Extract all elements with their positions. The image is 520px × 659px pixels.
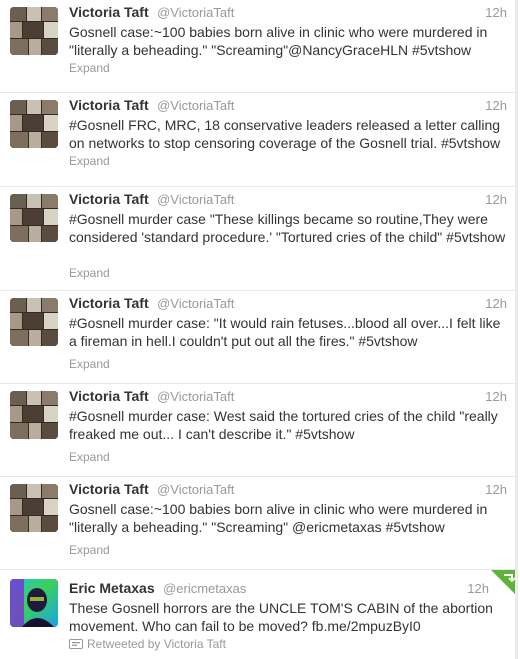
tweet[interactable]: Victoria Taft @VictoriaTaft 12h Gosnell …	[0, 477, 517, 570]
avatar-photo-collage-icon	[10, 7, 58, 55]
author-fullname[interactable]: Victoria Taft	[69, 191, 149, 207]
avatar-photo-collage-icon	[10, 194, 58, 242]
avatar[interactable]	[10, 484, 58, 532]
author-username[interactable]: @VictoriaTaft	[157, 5, 234, 20]
author-username[interactable]: @VictoriaTaft	[157, 482, 234, 497]
retweeted-tweet[interactable]: Eric Metaxas @ericmetaxas 12h These Gosn…	[0, 570, 517, 659]
timeline: Victoria Taft @VictoriaTaft 12h Gosnell …	[0, 0, 518, 659]
tweet-header: Victoria Taft @VictoriaTaft 12h	[69, 295, 507, 313]
tweet-timestamp[interactable]: 12h	[485, 389, 507, 404]
tweet-timestamp[interactable]: 12h	[485, 482, 507, 497]
expand-link[interactable]: Expand	[69, 154, 110, 168]
tweet[interactable]: Victoria Taft @VictoriaTaft 12h #Gosnell…	[0, 291, 517, 384]
tweet[interactable]: Victoria Taft @VictoriaTaft 12h #Gosnell…	[0, 93, 517, 187]
retweeted-by-label: Retweeted by Victoria Taft	[87, 637, 226, 651]
avatar-photo-collage-icon	[10, 298, 58, 346]
expand-link[interactable]: Expand	[69, 61, 110, 75]
scrollbar[interactable]	[515, 0, 517, 659]
expand-link[interactable]: Expand	[69, 266, 110, 280]
author-fullname[interactable]: Victoria Taft	[69, 97, 149, 113]
tweet-header: Eric Metaxas @ericmetaxas 12h	[69, 580, 507, 598]
expand-link[interactable]: Expand	[69, 357, 110, 371]
author-username[interactable]: @ericmetaxas	[163, 581, 246, 596]
tweet[interactable]: Victoria Taft @VictoriaTaft 12h #Gosnell…	[0, 384, 517, 477]
tweet-timestamp[interactable]: 12h	[485, 192, 507, 207]
tweet-timestamp[interactable]: 12h	[467, 581, 489, 596]
avatar-photo-collage-icon	[10, 484, 58, 532]
tweet-timestamp[interactable]: 12h	[485, 98, 507, 113]
author-fullname[interactable]: Victoria Taft	[69, 4, 149, 20]
tweet-text: #Gosnell FRC, MRC, 18 conservative leade…	[69, 117, 501, 151]
avatar[interactable]	[10, 579, 58, 627]
avatar[interactable]	[10, 100, 58, 148]
avatar[interactable]	[10, 194, 58, 242]
author-username[interactable]: @VictoriaTaft	[157, 389, 234, 404]
author-username[interactable]: @VictoriaTaft	[157, 296, 234, 311]
tweet-header: Victoria Taft @VictoriaTaft 12h	[69, 4, 507, 22]
retweet-icon	[69, 639, 83, 649]
tweet-timestamp[interactable]: 12h	[485, 5, 507, 20]
avatar[interactable]	[10, 298, 58, 346]
author-fullname[interactable]: Eric Metaxas	[69, 580, 155, 596]
avatar-photo-icon	[10, 579, 58, 627]
tweet-text: #Gosnell murder case: "It would rain fet…	[69, 315, 501, 349]
author-username[interactable]: @VictoriaTaft	[157, 98, 234, 113]
expand-link[interactable]: Expand	[69, 450, 110, 464]
tweet-timestamp[interactable]: 12h	[485, 296, 507, 311]
tweet-text: Gosnell case:~100 babies born alive in c…	[69, 501, 488, 535]
avatar[interactable]	[10, 7, 58, 55]
tweet-header: Victoria Taft @VictoriaTaft 12h	[69, 97, 507, 115]
avatar-photo-collage-icon	[10, 391, 58, 439]
tweet-header: Victoria Taft @VictoriaTaft 12h	[69, 191, 507, 209]
retweet-corner-badge-icon	[491, 570, 517, 596]
tweet[interactable]: Victoria Taft @VictoriaTaft 12h #Gosnell…	[0, 187, 517, 291]
tweet-text: #Gosnell murder case: West said the tort…	[69, 408, 498, 442]
tweet-header: Victoria Taft @VictoriaTaft 12h	[69, 481, 507, 499]
author-fullname[interactable]: Victoria Taft	[69, 388, 149, 404]
author-fullname[interactable]: Victoria Taft	[69, 481, 149, 497]
avatar-photo-collage-icon	[10, 100, 58, 148]
expand-link[interactable]: Expand	[69, 543, 110, 557]
retweeted-by[interactable]: Retweeted by Victoria Taft	[69, 637, 226, 651]
tweet-text: #Gosnell murder case "These killings bec…	[69, 211, 506, 245]
author-username[interactable]: @VictoriaTaft	[157, 192, 234, 207]
tweet-header: Victoria Taft @VictoriaTaft 12h	[69, 388, 507, 406]
tweet-text: These Gosnell horrors are the UNCLE TOM'…	[69, 600, 493, 634]
author-fullname[interactable]: Victoria Taft	[69, 295, 149, 311]
tweet[interactable]: Victoria Taft @VictoriaTaft 12h Gosnell …	[0, 0, 517, 93]
tweet-text: Gosnell case:~100 babies born alive in c…	[69, 24, 488, 58]
avatar[interactable]	[10, 391, 58, 439]
